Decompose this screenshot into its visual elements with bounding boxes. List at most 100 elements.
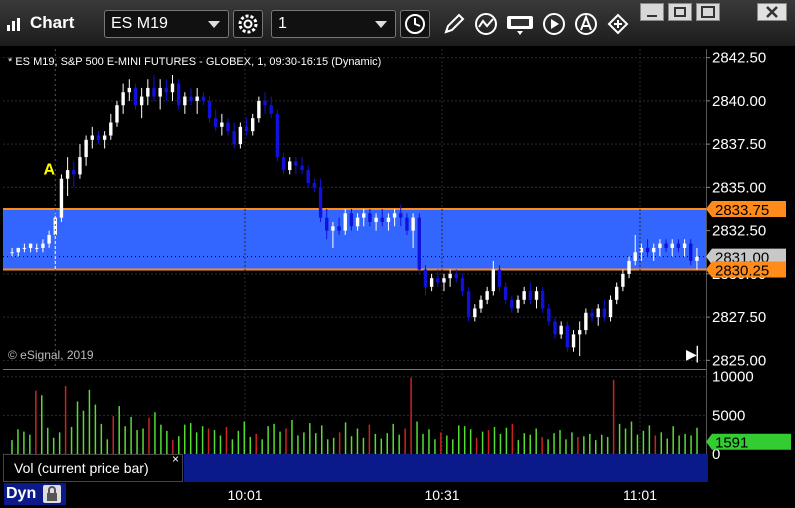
candle-body bbox=[362, 213, 366, 218]
candle-body bbox=[374, 217, 378, 222]
candle-body bbox=[176, 83, 181, 106]
restore-icon bbox=[674, 7, 686, 17]
candle-body bbox=[621, 273, 625, 287]
maximize-icon bbox=[701, 6, 715, 18]
annotation-label: A bbox=[43, 161, 55, 178]
candle-body bbox=[460, 278, 465, 292]
candle-body bbox=[207, 100, 212, 119]
candle-body bbox=[288, 161, 292, 171]
candle-body bbox=[139, 96, 144, 106]
chevron-down-icon bbox=[375, 21, 387, 28]
price-tick-label: 2835.00 bbox=[712, 179, 766, 196]
play-icon[interactable] bbox=[541, 11, 567, 37]
candle-body bbox=[522, 291, 526, 300]
candle-body bbox=[565, 325, 570, 348]
candle-body bbox=[257, 100, 261, 119]
minimize-button[interactable] bbox=[640, 3, 664, 21]
volume-study-bar bbox=[184, 454, 708, 482]
candle-body bbox=[658, 243, 662, 248]
close-button[interactable] bbox=[757, 3, 787, 21]
time-tick-label: 10:31 bbox=[424, 487, 460, 503]
candle-body bbox=[503, 286, 508, 300]
candle-body bbox=[689, 243, 693, 261]
candle-body bbox=[386, 217, 391, 222]
candle-body bbox=[497, 269, 502, 287]
candle-body bbox=[325, 217, 329, 231]
candle-body bbox=[220, 122, 224, 127]
candle-body bbox=[232, 131, 236, 145]
candle-body bbox=[59, 178, 64, 218]
candle-body bbox=[84, 139, 88, 158]
settings-button[interactable] bbox=[233, 10, 263, 38]
candle-body bbox=[652, 247, 656, 253]
candle-body bbox=[664, 243, 668, 248]
study-icon[interactable] bbox=[473, 11, 499, 37]
candle-body bbox=[90, 135, 94, 140]
candle-body bbox=[269, 105, 273, 114]
time-button[interactable] bbox=[400, 10, 430, 38]
candle-body bbox=[306, 170, 310, 184]
price-chart[interactable]: A bbox=[3, 49, 706, 369]
status-bar bbox=[0, 482, 795, 508]
candle-body bbox=[429, 278, 434, 287]
symbol-combobox[interactable]: ES M19 bbox=[104, 10, 229, 38]
candle-body bbox=[454, 273, 458, 279]
candle-body bbox=[584, 312, 588, 331]
candle-body bbox=[405, 217, 409, 231]
alert-icon[interactable] bbox=[573, 11, 599, 37]
candle-body bbox=[442, 278, 446, 283]
candle-body bbox=[534, 291, 539, 300]
candle-body bbox=[380, 217, 384, 222]
candle-body bbox=[553, 321, 557, 335]
volume-study-panel[interactable]: Vol (current price bar) bbox=[3, 454, 183, 482]
scroll-end-icon[interactable]: ▶▏ bbox=[686, 346, 708, 363]
maximize-button[interactable] bbox=[696, 3, 720, 21]
price-tick-label: 2840.00 bbox=[712, 93, 766, 110]
get-icon[interactable] bbox=[505, 11, 535, 37]
candle-body bbox=[423, 269, 428, 287]
candle-body bbox=[670, 243, 674, 248]
candle-body bbox=[78, 157, 82, 175]
candle-body bbox=[510, 299, 514, 309]
volume-study-label: Vol (current price bar) bbox=[14, 460, 149, 476]
candle-body bbox=[109, 122, 113, 136]
interval-combobox[interactable]: 1 bbox=[271, 10, 396, 38]
candle-body bbox=[355, 217, 360, 227]
price-axis[interactable]: 2842.50 2840.00 2837.50 2835.00 2832.50 2830.… bbox=[706, 49, 795, 482]
candle-body bbox=[121, 92, 125, 106]
price-tick-label: 2832.50 bbox=[712, 223, 766, 240]
candle-body bbox=[115, 105, 119, 123]
candle-body bbox=[10, 252, 14, 254]
candle-body bbox=[343, 213, 347, 231]
interval-value: 1 bbox=[278, 15, 287, 32]
dynamic-mode-label: Dyn bbox=[6, 485, 37, 502]
candle-body bbox=[331, 226, 335, 231]
restore-button[interactable] bbox=[668, 3, 692, 21]
symbol-value: ES M19 bbox=[111, 15, 168, 32]
chart-description: * ES M19, S&P 500 E-MINI FUTURES - GLOBE… bbox=[8, 56, 382, 68]
candle-body bbox=[28, 243, 33, 248]
zone-bottom-badge: 2830.25 bbox=[715, 263, 769, 280]
zone-top-badge: 2833.75 bbox=[715, 202, 769, 219]
price-tick-label: 2837.50 bbox=[712, 136, 766, 153]
candle-body bbox=[127, 87, 132, 93]
candle-body bbox=[281, 157, 286, 171]
candle-body bbox=[183, 96, 187, 106]
link-icon[interactable] bbox=[605, 11, 631, 37]
candle-body bbox=[102, 135, 107, 140]
candle-body bbox=[164, 87, 169, 93]
volume-chart[interactable] bbox=[3, 369, 706, 454]
lock-icon[interactable] bbox=[43, 485, 61, 503]
pencil-icon[interactable] bbox=[441, 11, 467, 37]
candle-body bbox=[312, 183, 317, 188]
candle-body bbox=[448, 273, 452, 279]
copyright-text: © eSignal, 2019 bbox=[8, 348, 94, 362]
candle-body bbox=[392, 213, 397, 218]
candle-body bbox=[201, 96, 206, 101]
candle-body bbox=[275, 113, 280, 158]
candle-body bbox=[96, 135, 101, 140]
candle-body bbox=[226, 122, 230, 132]
volume-close-icon[interactable]: × bbox=[172, 452, 179, 466]
candle-body bbox=[368, 213, 372, 222]
candle-body bbox=[41, 243, 45, 248]
